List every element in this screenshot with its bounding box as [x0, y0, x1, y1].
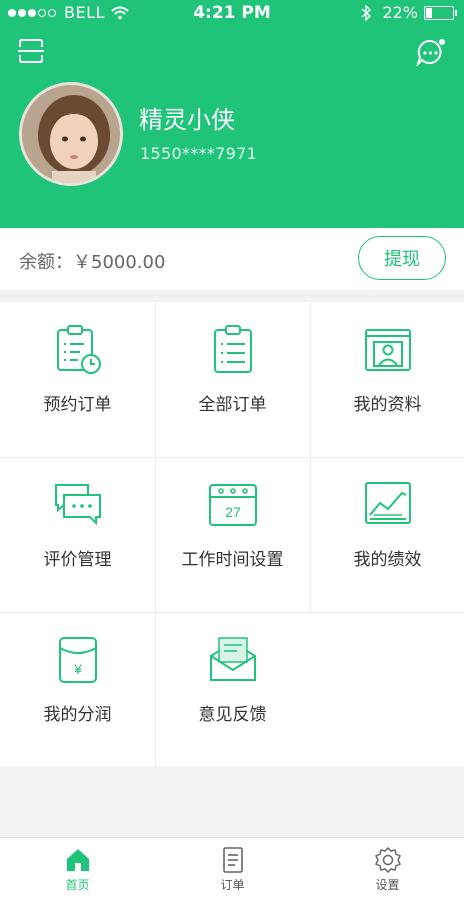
menu-item-feedback[interactable]: 意见反馈: [155, 612, 310, 767]
bluetooth-icon: [361, 4, 372, 21]
trend-chart-icon: [364, 482, 411, 524]
menu-item-review-management[interactable]: 评价管理: [0, 457, 155, 612]
battery-icon: [424, 5, 457, 20]
grid-divider: [0, 612, 464, 613]
menu-label: 我的资料: [353, 395, 422, 415]
menu-label: 预约订单: [43, 395, 112, 415]
menu-label: 全部订单: [198, 395, 267, 415]
message-icon[interactable]: [416, 38, 446, 66]
menu-label: 我的分润: [43, 705, 112, 725]
battery-percent: 22%: [382, 3, 418, 22]
menu-item-my-profile[interactable]: 我的资料: [310, 302, 464, 457]
user-name: 精灵小侠: [139, 106, 235, 134]
calendar-day: 27: [225, 504, 241, 520]
tab-settings[interactable]: 设置: [310, 838, 464, 900]
svg-text:¥: ¥: [73, 661, 82, 677]
function-grid: 预约订单 全部订单 我的资料 评价管理 27 工作时间设置 我的绩效 ¥ 我的分…: [0, 302, 464, 766]
tab-home[interactable]: 首页: [0, 838, 155, 900]
tab-bar: 首页 订单 设置: [0, 837, 464, 900]
menu-label: 我的绩效: [353, 550, 422, 570]
grid-divider: [0, 457, 464, 458]
menu-label: 意见反馈: [198, 705, 267, 725]
withdraw-button[interactable]: 提现: [358, 236, 446, 280]
profile-header: BELL 4:21 PM 22% 精灵小侠 1550****7971: [0, 0, 464, 228]
tab-label: 首页: [65, 878, 90, 892]
avatar-image: [22, 85, 120, 183]
status-bar: BELL 4:21 PM 22%: [0, 0, 464, 26]
tab-label: 设置: [375, 878, 400, 892]
menu-item-my-performance[interactable]: 我的绩效: [310, 457, 464, 612]
status-right: 22%: [360, 3, 457, 22]
balance-label: 余额：￥5000.00: [19, 252, 166, 273]
menu-label: 工作时间设置: [181, 550, 284, 570]
calendar-icon: 27: [208, 484, 257, 526]
profile-card-icon: [364, 329, 411, 371]
battery-level: [426, 7, 432, 18]
tab-label: 订单: [220, 878, 245, 892]
menu-item-booking-orders[interactable]: 预约订单: [0, 302, 155, 457]
clipboard-clock-icon: [56, 325, 101, 374]
gear-icon: [374, 846, 401, 874]
clipboard-list-icon: [213, 325, 252, 373]
scan-icon[interactable]: [18, 38, 44, 64]
menu-label: 评价管理: [43, 550, 112, 570]
tab-orders[interactable]: 订单: [155, 838, 310, 900]
user-phone: 1550****7971: [140, 144, 258, 163]
menu-item-my-profit-share[interactable]: ¥ 我的分润: [0, 612, 155, 767]
money-envelope-icon: ¥: [58, 637, 97, 683]
chat-bubbles-icon: [54, 484, 101, 526]
order-doc-icon: [222, 847, 243, 873]
avatar[interactable]: [19, 82, 123, 186]
mail-open-icon: [209, 637, 256, 681]
menu-item-all-orders[interactable]: 全部订单: [155, 302, 310, 457]
home-icon: [66, 849, 89, 871]
menu-item-work-time-settings[interactable]: 27 工作时间设置: [155, 457, 310, 612]
grid-divider: [155, 302, 156, 766]
